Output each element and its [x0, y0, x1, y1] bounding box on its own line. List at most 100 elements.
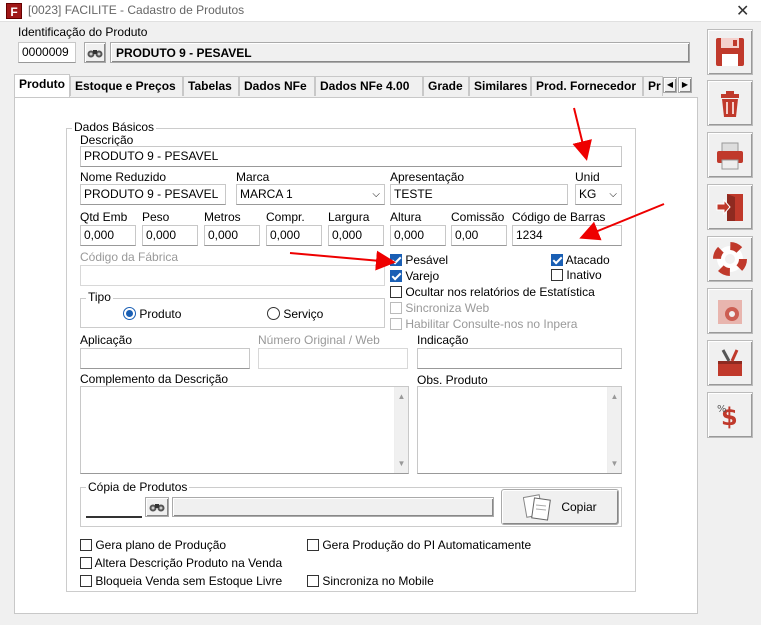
- window-title: [0023] FACILITE - Cadastro de Produtos: [28, 3, 245, 17]
- close-icon[interactable]: ✕: [736, 1, 749, 21]
- pesavel-checkbox[interactable]: Pesável: [390, 253, 448, 267]
- scroll-up-icon[interactable]: ▲: [395, 389, 408, 404]
- copia-search-button[interactable]: [145, 497, 169, 517]
- radio-icon: [267, 307, 280, 320]
- app-icon: F: [6, 3, 22, 19]
- compr-field[interactable]: 0,000: [266, 225, 322, 246]
- identificacao-label: Identificação do Produto: [18, 25, 148, 39]
- complemento-textarea[interactable]: ▲ ▼: [80, 386, 409, 474]
- tab-dados-nfe-400[interactable]: Dados NFe 4.00: [315, 76, 423, 96]
- codigo-fabrica-label: Código da Fábrica: [80, 250, 179, 264]
- altera-descricao-checkbox[interactable]: Altera Descrição Produto na Venda: [80, 556, 282, 570]
- copy-documents-icon: [523, 494, 552, 521]
- unid-value: KG: [579, 187, 597, 201]
- tab-scroll-left-button[interactable]: ◀: [663, 77, 677, 93]
- gear-settings-icon: [718, 300, 742, 324]
- unid-select[interactable]: KG ⌵: [575, 184, 622, 205]
- tab-dados-nfe[interactable]: Dados NFe: [239, 76, 315, 96]
- exit-button[interactable]: [707, 184, 753, 230]
- settings-button[interactable]: [707, 288, 753, 334]
- exit-door-icon: [716, 194, 743, 221]
- descricao-field[interactable]: PRODUTO 9 - PESAVEL: [80, 146, 622, 167]
- indicacao-label: Indicação: [417, 333, 469, 347]
- gera-producao-checkbox[interactable]: Gera Produção do PI Automaticamente: [307, 538, 531, 552]
- scroll-up-icon[interactable]: ▲: [608, 389, 621, 404]
- checkbox-icon: [80, 539, 92, 551]
- checkbox-icon: [307, 575, 319, 587]
- tab-similares[interactable]: Similares: [469, 76, 531, 96]
- largura-field[interactable]: 0,000: [328, 225, 384, 246]
- altura-label: Altura: [390, 210, 422, 224]
- tab-estoque-precos[interactable]: Estoque e Preços: [70, 76, 183, 96]
- tab-tabelas[interactable]: Tabelas: [183, 76, 239, 96]
- tab-scroll-right-button[interactable]: ▶: [678, 77, 692, 93]
- search-product-button[interactable]: [84, 42, 106, 63]
- atacado-label: Atacado: [565, 253, 610, 267]
- peso-field[interactable]: 0,000: [142, 225, 198, 246]
- tools-button[interactable]: [707, 340, 753, 386]
- complemento-scrollbar[interactable]: ▲ ▼: [394, 387, 408, 473]
- svg-text:%: %: [717, 404, 727, 415]
- tab-produto[interactable]: Produto: [14, 74, 70, 97]
- sincroniza-mobile-checkbox[interactable]: Sincroniza no Mobile: [307, 574, 434, 588]
- checkbox-checked-icon: [551, 254, 563, 266]
- qtd-emb-field[interactable]: 0,000: [80, 225, 136, 246]
- binoculars-icon: [149, 504, 165, 512]
- delete-button[interactable]: [707, 80, 753, 126]
- save-button[interactable]: [707, 29, 753, 75]
- codigo-fabrica-field[interactable]: [80, 265, 385, 286]
- apresentacao-field[interactable]: TESTE: [390, 184, 568, 205]
- copiar-label: Copiar: [561, 500, 597, 514]
- varejo-checkbox[interactable]: Varejo: [390, 269, 439, 283]
- ocultar-checkbox[interactable]: Ocultar nos relatórios de Estatística: [390, 285, 595, 299]
- inativo-label: Inativo: [566, 268, 602, 282]
- habilitar-checkbox[interactable]: Habilitar Consulte-nos no Inpera: [390, 317, 577, 331]
- gera-producao-label: Gera Produção do PI Automaticamente: [322, 538, 532, 552]
- codigo-barras-field[interactable]: 1234: [512, 225, 622, 246]
- checkbox-icon: [80, 575, 92, 587]
- nome-reduzido-field[interactable]: PRODUTO 9 - PESAVEL: [80, 184, 226, 205]
- trash-icon: [721, 91, 739, 117]
- pricing-button[interactable]: $%: [707, 392, 753, 438]
- tab-grade[interactable]: Grade: [423, 76, 469, 96]
- tab-pr[interactable]: Pr: [643, 76, 663, 96]
- numero-original-label: Número Original / Web: [258, 333, 380, 347]
- copia-code-field[interactable]: [86, 497, 142, 518]
- help-button[interactable]: [707, 236, 753, 282]
- numero-original-field[interactable]: [258, 348, 408, 369]
- comissao-label: Comissão: [451, 210, 505, 224]
- altura-field[interactable]: 0,000: [390, 225, 446, 246]
- marca-select[interactable]: MARCA 1 ⌵: [236, 184, 385, 205]
- print-button[interactable]: [707, 132, 753, 178]
- product-code-field[interactable]: 0000009: [18, 42, 76, 63]
- copiar-button[interactable]: Copiar: [501, 489, 619, 525]
- obs-scrollbar[interactable]: ▲ ▼: [607, 387, 621, 473]
- binoculars-icon: [87, 49, 103, 57]
- inativo-checkbox[interactable]: Inativo: [551, 268, 602, 282]
- gera-plano-label: Gera plano de Produção: [95, 538, 227, 552]
- checkbox-icon: [390, 286, 402, 298]
- scroll-down-icon[interactable]: ▼: [395, 456, 408, 471]
- aplicacao-field[interactable]: [80, 348, 250, 369]
- tab-prod-fornecedor[interactable]: Prod. Fornecedor: [531, 76, 643, 96]
- sincroniza-web-label: Sincroniza Web: [405, 301, 490, 315]
- aplicacao-label: Aplicação: [80, 333, 133, 347]
- scroll-down-icon[interactable]: ▼: [608, 456, 621, 471]
- indicacao-field[interactable]: [417, 348, 622, 369]
- sincroniza-web-checkbox[interactable]: Sincroniza Web: [390, 301, 489, 315]
- varejo-label: Varejo: [405, 269, 440, 283]
- title-bar: F [0023] FACILITE - Cadastro de Produtos…: [0, 0, 761, 22]
- obs-produto-textarea[interactable]: ▲ ▼: [417, 386, 622, 474]
- sincroniza-mobile-label: Sincroniza no Mobile: [322, 574, 434, 588]
- metros-field[interactable]: 0,000: [204, 225, 260, 246]
- gera-plano-checkbox[interactable]: Gera plano de Produção: [80, 538, 226, 552]
- atacado-checkbox[interactable]: Atacado: [551, 253, 610, 267]
- radio-produto[interactable]: Produto: [123, 307, 181, 321]
- product-name-display: PRODUTO 9 - PESAVEL: [110, 42, 690, 63]
- radio-servico[interactable]: Serviço: [267, 307, 323, 321]
- metros-label: Metros: [204, 210, 241, 224]
- checkbox-icon: [390, 302, 402, 314]
- comissao-field[interactable]: 0,00: [451, 225, 507, 246]
- largura-label: Largura: [328, 210, 370, 224]
- bloqueia-venda-checkbox[interactable]: Bloqueia Venda sem Estoque Livre: [80, 574, 282, 588]
